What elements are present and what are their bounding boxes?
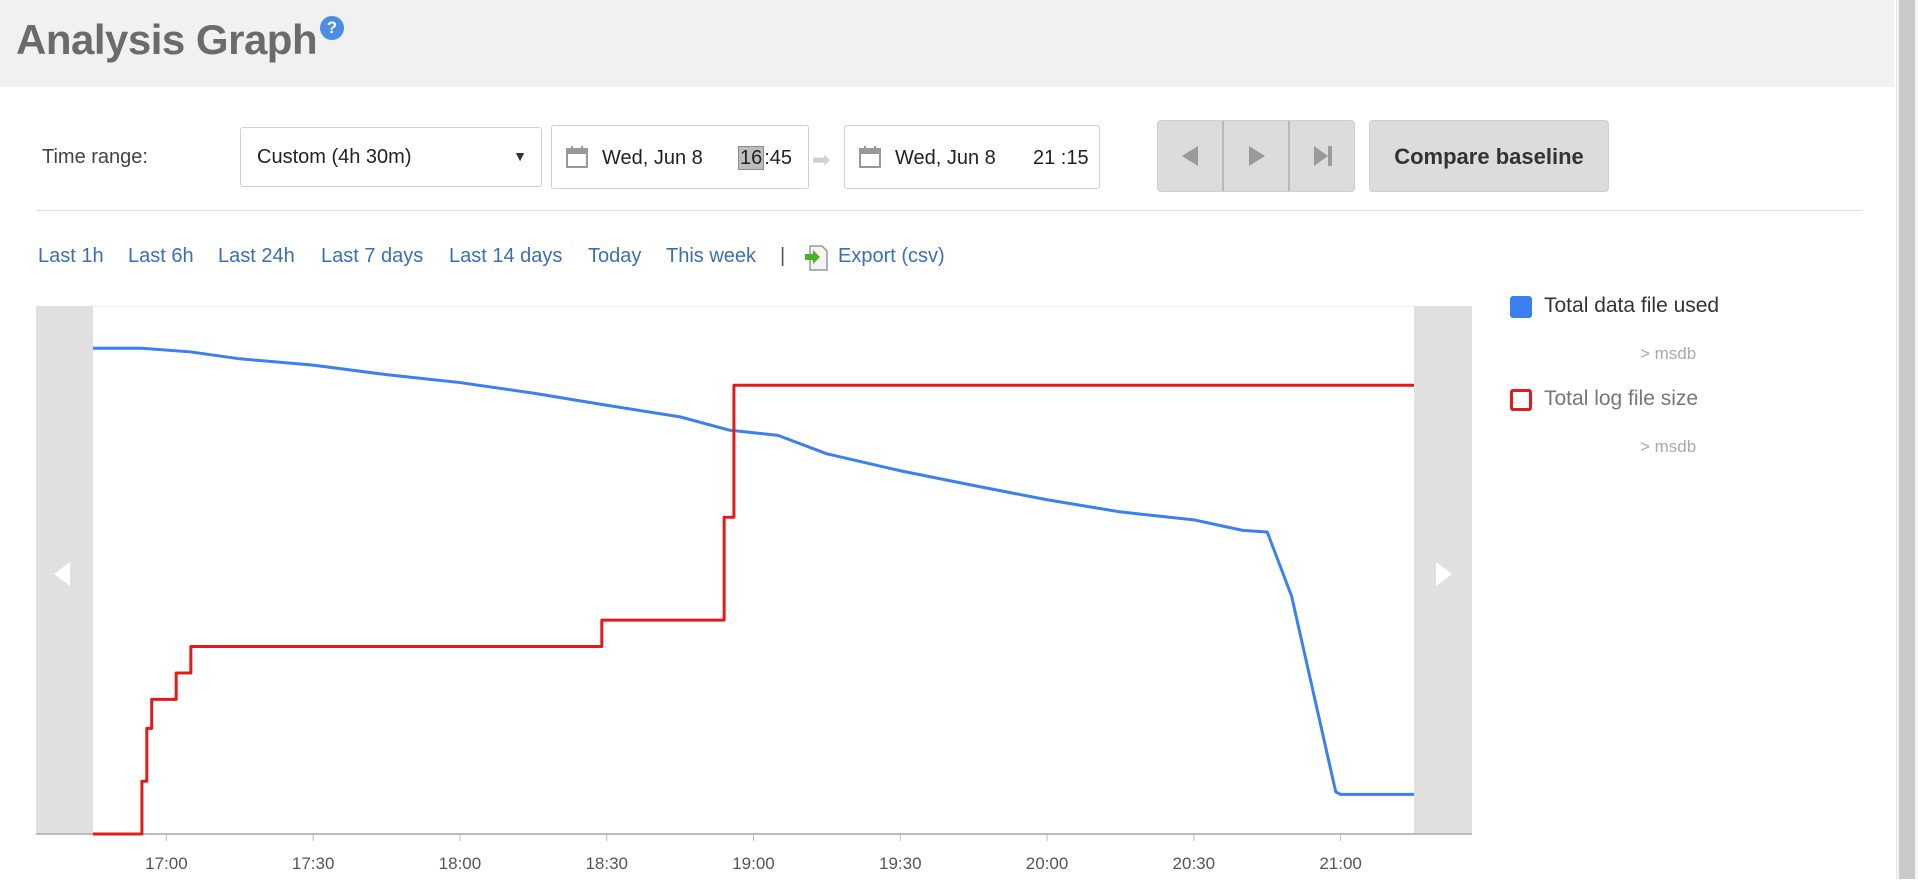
x-tick-label: 20:30 xyxy=(1173,854,1216,873)
start-time-minute[interactable]: :45 xyxy=(764,147,792,169)
chart-svg[interactable]: 17:00 17:30 18:00 18:30 19:00 19:30 20:00 20:30… xyxy=(35,305,1473,879)
skip-end-button[interactable] xyxy=(1290,121,1354,191)
question-icon[interactable]: ? xyxy=(320,16,344,40)
quick-link-this-week[interactable]: This week xyxy=(666,245,756,268)
dropdown-caret-icon: ▼ xyxy=(513,148,527,164)
end-datetime-field[interactable]: Wed, Jun 8 21 :15 xyxy=(844,125,1100,189)
calendar-icon xyxy=(566,146,588,168)
start-time[interactable]: 16:45 xyxy=(738,146,792,170)
prev-button[interactable] xyxy=(1158,121,1222,191)
timeline-nav-group xyxy=(1157,120,1355,192)
play-button[interactable] xyxy=(1224,121,1288,191)
x-tick-label: 17:00 xyxy=(145,854,188,873)
start-date: Wed, Jun 8 xyxy=(602,147,703,169)
page-title: Analysis Graph xyxy=(16,16,318,63)
export-csv-link[interactable]: Export (csv) xyxy=(838,245,945,268)
legend-sub: > msdb xyxy=(1640,437,1697,456)
end-time[interactable]: 21 :15 xyxy=(1033,147,1089,170)
x-tick-label: 18:30 xyxy=(585,854,628,873)
time-range-select[interactable]: Custom (4h 30m) ▼ xyxy=(240,127,542,187)
export-icon[interactable] xyxy=(804,245,828,271)
x-tick-label: 19:00 xyxy=(732,854,775,873)
page-header: Analysis Graph ? xyxy=(0,0,1894,87)
quick-link-last-1h[interactable]: Last 1h xyxy=(38,245,104,268)
x-tick-label: 17:30 xyxy=(292,854,335,873)
toolbar-divider xyxy=(36,210,1862,211)
scrollbar-thumb[interactable] xyxy=(1899,0,1915,879)
chart-right-pan[interactable] xyxy=(1414,306,1472,834)
start-time-hour[interactable]: 16 xyxy=(738,146,765,170)
legend-label: Total log file size xyxy=(1544,387,1699,410)
analysis-chart[interactable]: 17:00 17:30 18:00 18:30 19:00 19:30 20:00 20:30… xyxy=(35,305,1473,879)
compare-baseline-button[interactable]: Compare baseline xyxy=(1369,120,1609,192)
quick-link-last-24h[interactable]: Last 24h xyxy=(218,245,295,268)
calendar-icon xyxy=(859,146,881,168)
range-arrow-icon: ➡ xyxy=(812,147,831,172)
legend-swatch-filled-icon xyxy=(1510,296,1532,318)
x-axis-ticks: 17:00 17:30 18:00 18:30 19:00 19:30 20:00 20:30… xyxy=(145,834,1362,873)
time-range-select-value: Custom (4h 30m) xyxy=(257,146,412,168)
x-tick-label: 20:00 xyxy=(1026,854,1069,873)
x-tick-label: 18:00 xyxy=(439,854,482,873)
legend-sub: > msdb xyxy=(1640,344,1697,363)
prev-icon xyxy=(1182,146,1198,166)
x-tick-label: 21:00 xyxy=(1319,854,1362,873)
start-datetime-field[interactable]: Wed, Jun 8 16:45 xyxy=(551,125,809,189)
legend-label: Total data file used xyxy=(1544,294,1720,317)
x-tick-label: 19:30 xyxy=(879,854,922,873)
quick-link-last-14-days[interactable]: Last 14 days xyxy=(449,245,562,268)
end-date: Wed, Jun 8 xyxy=(895,147,996,169)
quick-link-last-7-days[interactable]: Last 7 days xyxy=(321,245,423,268)
skip-end-icon xyxy=(1314,146,1332,166)
link-separator: | xyxy=(780,245,786,267)
legend-swatch-outline-icon xyxy=(1510,389,1532,411)
quick-link-today[interactable]: Today xyxy=(588,245,641,268)
chart-left-pan[interactable] xyxy=(36,306,93,834)
play-icon xyxy=(1249,146,1265,166)
quick-link-last-6h[interactable]: Last 6h xyxy=(128,245,194,268)
time-range-label: Time range: xyxy=(42,146,148,168)
